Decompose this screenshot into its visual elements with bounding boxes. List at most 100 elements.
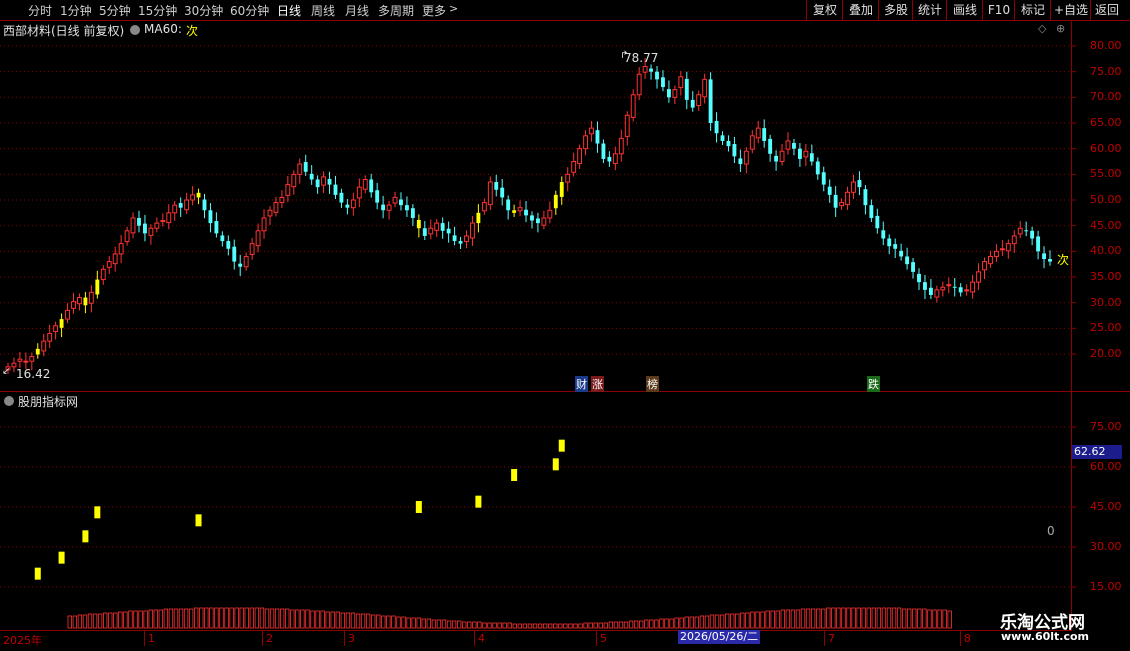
volume-bar <box>608 621 614 629</box>
candle-body <box>88 291 94 304</box>
candle-body <box>273 202 279 213</box>
candle-body <box>934 289 940 298</box>
ma-end-label: 次 <box>1057 253 1070 267</box>
indicator-current-value: 62.62 <box>1072 445 1122 459</box>
event-tag-finance[interactable]: 财 <box>575 376 588 392</box>
volume-bar <box>851 607 856 629</box>
price-tick: 20.00 <box>1090 347 1122 360</box>
candle-body <box>815 161 820 175</box>
volume-bar <box>831 607 836 629</box>
volume-bar <box>542 623 548 629</box>
candle-body <box>220 235 225 242</box>
indicator-signal-bar <box>558 439 565 452</box>
volume-bar <box>674 617 679 629</box>
candle-body <box>434 222 440 231</box>
price-tick: 50.00 <box>1090 193 1122 206</box>
candle-body <box>618 137 624 155</box>
candle-body <box>678 76 684 89</box>
volume-bar <box>229 607 234 629</box>
date-label: 2 <box>266 632 273 645</box>
volume-bar <box>502 622 507 629</box>
price-tick: 35.00 <box>1090 270 1122 283</box>
candle-body <box>833 194 838 208</box>
candle-body <box>726 140 731 147</box>
indicator-zero-label: 0 <box>1047 524 1055 538</box>
candle-body <box>911 262 915 272</box>
price-tick: 40.00 <box>1090 244 1122 258</box>
candle-body <box>23 360 29 363</box>
candle-body <box>577 148 583 165</box>
volume-bar <box>416 617 421 629</box>
event-tag-list[interactable]: 榜 <box>646 376 659 392</box>
event-tag-fall[interactable]: 跌 <box>867 376 880 392</box>
indicator-signal-bar <box>552 458 559 471</box>
volume-bar <box>224 607 229 629</box>
volume-bar <box>492 622 497 629</box>
candle-body <box>190 194 196 201</box>
volume-bar <box>846 607 851 629</box>
volume-bar <box>204 607 209 629</box>
volume-bar <box>360 613 366 629</box>
volume-bar <box>199 607 204 629</box>
volume-bar <box>108 612 113 629</box>
candle-body <box>601 143 606 159</box>
candle-body <box>923 282 927 290</box>
candle-body <box>1036 236 1041 252</box>
candle-body <box>405 205 409 211</box>
volume-bar <box>441 619 447 629</box>
volume-bar <box>891 607 897 629</box>
candle-body <box>624 114 630 137</box>
candle-body <box>655 71 659 80</box>
volume-bar <box>335 611 340 629</box>
indicator-signal-bar <box>82 530 89 543</box>
event-tag-rise[interactable]: 涨 <box>591 376 604 392</box>
candle-body <box>77 297 82 305</box>
volume-bar <box>573 623 578 629</box>
volume-bar <box>654 619 659 629</box>
candle-body <box>649 68 653 72</box>
candle-body <box>232 246 237 262</box>
candle-body <box>494 182 499 190</box>
volume-bar <box>350 612 356 629</box>
volume-bar <box>477 621 482 629</box>
volume-bar <box>153 609 158 629</box>
volume-bar <box>330 611 335 629</box>
volume-bar <box>603 622 608 629</box>
volume-bar <box>487 622 492 629</box>
price-tick: 60.00 <box>1090 141 1122 155</box>
volume-bar <box>325 611 330 629</box>
candle-body <box>243 255 249 268</box>
volume-bar <box>563 623 568 629</box>
volume-bar <box>173 608 179 629</box>
volume-bar <box>547 623 553 629</box>
volume-bar <box>689 616 694 629</box>
candle-body <box>106 261 112 268</box>
volume-bar <box>426 618 432 629</box>
candle-body <box>416 220 421 229</box>
candle-body <box>863 189 868 206</box>
candle-body <box>1030 230 1035 239</box>
candle-body <box>500 187 505 198</box>
indicator-tick: 15.00 <box>1090 580 1122 593</box>
candle-body <box>988 255 993 265</box>
volume-bar <box>209 607 214 629</box>
candle-body <box>869 205 874 218</box>
volume-bar <box>264 608 270 629</box>
volume-bar <box>917 608 922 629</box>
volume-bar <box>699 615 705 629</box>
settings-dot-icon[interactable] <box>4 396 14 406</box>
candle-body <box>428 227 434 235</box>
candle-body <box>17 358 23 362</box>
candle-body <box>208 210 213 224</box>
price-tick: 45.00 <box>1090 218 1122 232</box>
price-tick: 25.00 <box>1090 321 1122 335</box>
candle-body <box>887 238 892 247</box>
candle-body <box>612 153 618 165</box>
candle-body <box>690 99 695 108</box>
candle-body <box>839 202 845 207</box>
volume-bar <box>649 619 654 629</box>
price-chart <box>0 45 1076 629</box>
volume-bar <box>365 613 371 629</box>
volume-bar <box>942 609 947 629</box>
price-tick: 75.00 <box>1090 64 1122 78</box>
